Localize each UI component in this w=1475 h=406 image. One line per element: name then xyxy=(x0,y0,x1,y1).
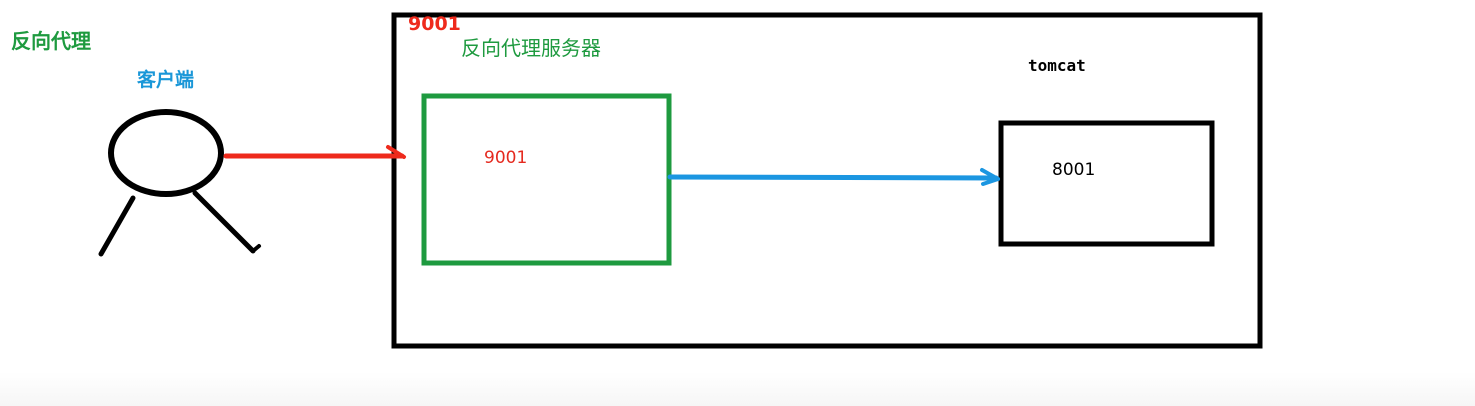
diagram-drawing xyxy=(98,12,1263,349)
diagram-title: 反向代理 xyxy=(11,29,91,53)
tomcat-box xyxy=(998,120,1215,247)
reverse-proxy-port-label: 9001 xyxy=(484,148,528,168)
client-left-leg xyxy=(98,195,136,257)
reverse-proxy-server-label: 反向代理服务器 xyxy=(461,36,601,60)
client-label: 客户端 xyxy=(137,69,195,91)
proxy-to-tomcat-arrow xyxy=(667,168,1000,186)
tomcat-label: tomcat xyxy=(1028,56,1086,75)
diagram-canvas: 反向代理 客户端 9001 反向代理服务器 9001 tomcat 8001 xyxy=(0,0,1475,406)
client-head xyxy=(108,109,224,197)
client-right-foot xyxy=(251,244,261,253)
client-to-proxy-arrow xyxy=(223,145,406,159)
tomcat-port-label: 8001 xyxy=(1052,160,1096,180)
reverse-proxy-box xyxy=(421,93,672,266)
client-figure xyxy=(98,109,261,257)
client-right-leg xyxy=(192,190,256,254)
outer-box-port-label: 9001 xyxy=(408,13,461,35)
outer-server-box xyxy=(391,12,1263,349)
